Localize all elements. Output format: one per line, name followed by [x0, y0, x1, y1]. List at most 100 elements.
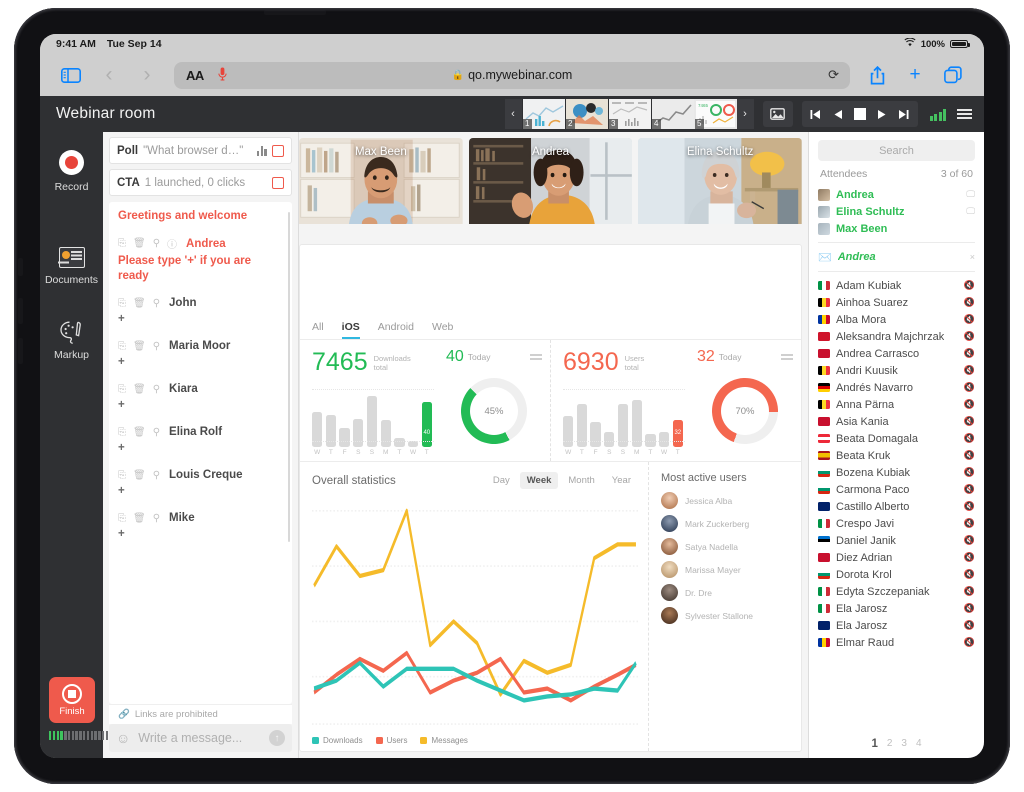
info-icon[interactable]: ⓘ [167, 236, 177, 251]
speaker-mute-icon[interactable]: 🔇 [964, 518, 975, 529]
volume-down-button[interactable] [18, 298, 23, 324]
list-item[interactable]: Edyta Szczepaniak 🔇 [809, 583, 984, 600]
page-4[interactable]: 4 [916, 738, 922, 750]
volume-up-button[interactable] [18, 258, 23, 276]
silent-switch[interactable] [18, 338, 23, 364]
kpi-menu-icon[interactable] [781, 352, 793, 362]
skip-back-button[interactable] [805, 101, 827, 127]
rail-item-record[interactable]: Record [40, 150, 103, 193]
active-user-row[interactable]: Dr. Dre [661, 584, 791, 601]
active-user-row[interactable]: Jessica Alba [661, 492, 791, 509]
active-user-row[interactable]: Satya Nadella [661, 538, 791, 555]
list-item[interactable]: Bozena Kubiak 🔇 [809, 464, 984, 481]
active-user-row[interactable]: Marissa Mayer [661, 561, 791, 578]
reply-icon[interactable]: ⎘ [118, 470, 126, 481]
back-button[interactable]: ‹ [92, 60, 126, 90]
tab-web[interactable]: Web [432, 317, 453, 339]
slides-next-button[interactable]: › [736, 99, 754, 129]
address-bar[interactable]: AA 🔒 qo.mywebinar.com ⟳ [174, 61, 850, 89]
reply-icon[interactable]: ⎘ [118, 341, 126, 352]
chat-messages[interactable]: Greetings and welcome ⎘ 🗑 ⚲ ⓘ Andrea Ple… [109, 202, 292, 704]
list-item[interactable]: Aleksandra Majchrzak 🔇 [809, 328, 984, 345]
text-size-button[interactable]: AA [186, 68, 204, 83]
attendees-list[interactable]: Adam Kubiak 🔇 Ainhoa Suarez 🔇 Alba Mora 🔇 A… [809, 277, 984, 732]
delete-icon[interactable]: 🗑 [133, 341, 146, 352]
page-1[interactable]: 1 [871, 738, 877, 750]
delete-icon[interactable]: 🗑 [133, 513, 146, 524]
list-item[interactable]: Andrés Navarro 🔇 [809, 379, 984, 396]
poll-toggle-checkbox[interactable] [272, 144, 284, 157]
screen-share-icon[interactable]: 🖵 [966, 206, 975, 217]
finish-button[interactable]: Finish [49, 677, 95, 723]
list-item[interactable]: Crespo Javi 🔇 [809, 515, 984, 532]
speaker-mute-icon[interactable]: 🔇 [964, 535, 975, 546]
message-input[interactable]: Write a message... [138, 731, 261, 745]
list-item[interactable]: Castillo Alberto 🔇 [809, 498, 984, 515]
list-item[interactable]: Andrea Carrasco 🔇 [809, 345, 984, 362]
speaker-mute-icon[interactable]: 🔇 [964, 297, 975, 308]
slide-thumbnail-3[interactable]: 3 [607, 99, 651, 129]
speaker-mute-icon[interactable]: 🔇 [964, 603, 975, 614]
speaker-mute-icon[interactable]: 🔇 [964, 450, 975, 461]
stop-button[interactable] [849, 101, 871, 127]
list-item[interactable]: Elmar Raud 🔇 [809, 634, 984, 651]
poll-strip[interactable]: Poll "What browser d…" [109, 137, 292, 164]
speaker-mute-icon[interactable]: 🔇 [964, 484, 975, 495]
pin-icon[interactable]: ⚲ [153, 470, 160, 481]
new-tab-button[interactable]: + [898, 60, 932, 90]
speaker-mute-icon[interactable]: 🔇 [964, 416, 975, 427]
chat-scrollbar[interactable] [287, 212, 290, 542]
sidebar-toggle-icon[interactable] [54, 60, 88, 90]
speaker-mute-icon[interactable]: 🔇 [964, 382, 975, 393]
tab-android[interactable]: Android [378, 317, 414, 339]
list-item[interactable]: Anna Pärna 🔇 [809, 396, 984, 413]
reply-icon[interactable]: ⎘ [118, 513, 126, 524]
pin-icon[interactable]: ⚲ [153, 341, 160, 352]
list-item[interactable]: Dorota Krol 🔇 [809, 566, 984, 583]
rail-item-documents[interactable]: Documents [40, 247, 103, 286]
speaker-mute-icon[interactable]: 🔇 [964, 348, 975, 359]
gallery-icon[interactable] [762, 101, 793, 127]
list-item[interactable]: Alba Mora 🔇 [809, 311, 984, 328]
speaker-mute-icon[interactable]: 🔇 [964, 467, 975, 478]
speaker-mute-icon[interactable]: 🔇 [964, 637, 975, 648]
close-icon[interactable]: × [970, 252, 975, 262]
pin-icon[interactable]: ⚲ [153, 427, 160, 438]
pin-icon[interactable]: ⚲ [153, 513, 160, 524]
kpi-menu-icon[interactable] [530, 352, 542, 362]
active-user-row[interactable]: Sylvester Stallone [661, 607, 791, 624]
speaker-mute-icon[interactable]: 🔇 [964, 433, 975, 444]
video-tile-andrea[interactable]: Andrea [468, 138, 633, 238]
range-week[interactable]: Week [519, 472, 559, 489]
list-item[interactable]: Beata Domagala 🔇 [809, 430, 984, 447]
cta-toggle-checkbox[interactable] [272, 176, 284, 189]
video-tile-max-been[interactable]: Max Been [299, 138, 463, 238]
reply-icon[interactable]: ⎘ [118, 298, 126, 309]
tab-all[interactable]: All [312, 317, 324, 339]
reply-icon[interactable]: ⎘ [118, 384, 126, 395]
slide-thumbnail-5[interactable]: 7465 5 [693, 99, 737, 129]
reply-icon[interactable]: ⎘ [118, 238, 126, 249]
speaker-mute-icon[interactable]: 🔇 [964, 331, 975, 342]
play-button[interactable] [871, 101, 893, 127]
page-2[interactable]: 2 [887, 738, 893, 750]
delete-icon[interactable]: 🗑 [133, 427, 146, 438]
active-user-row[interactable]: Mark Zuckerberg [661, 515, 791, 532]
range-year[interactable]: Year [605, 472, 638, 489]
delete-icon[interactable]: 🗑 [133, 470, 146, 481]
message-composer[interactable]: ☺ Write a message... ↑ [109, 724, 292, 752]
step-back-button[interactable] [827, 101, 849, 127]
skip-forward-button[interactable] [893, 101, 915, 127]
power-button[interactable] [264, 10, 326, 15]
speaker-mute-icon[interactable]: 🔇 [964, 399, 975, 410]
speaker-mute-icon[interactable]: 🔇 [964, 569, 975, 580]
slide-thumbnail-2[interactable]: 2 [564, 99, 608, 129]
list-item[interactable]: Adam Kubiak 🔇 [809, 277, 984, 294]
delete-icon[interactable]: 🗑 [133, 238, 146, 249]
attendee-host-row[interactable]: Andrea 🖵 [809, 186, 984, 203]
screen-share-icon[interactable]: 🖵 [966, 189, 975, 200]
send-icon[interactable]: ↑ [269, 730, 285, 746]
search-input[interactable]: Search [818, 140, 975, 161]
poll-results-icon[interactable] [256, 145, 267, 156]
speaker-mute-icon[interactable]: 🔇 [964, 552, 975, 563]
